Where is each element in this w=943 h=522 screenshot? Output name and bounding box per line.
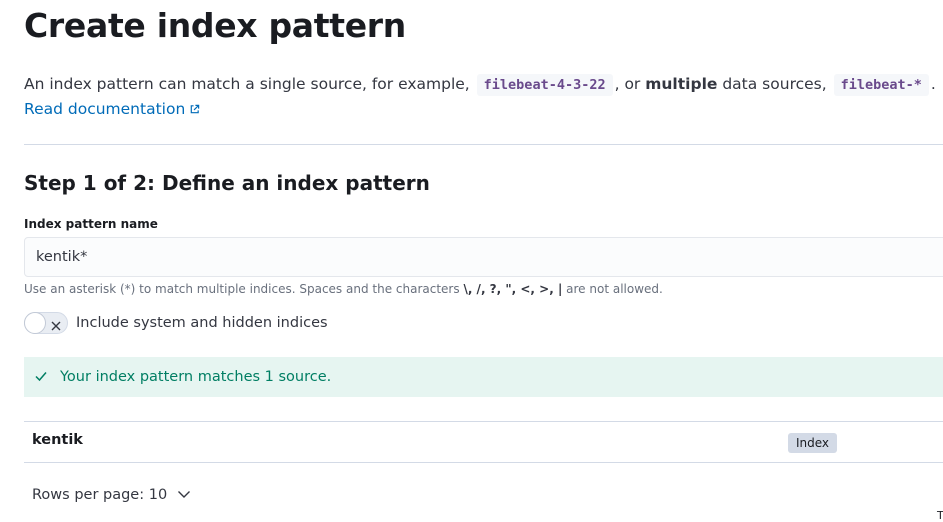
index-name-cell: kentik xyxy=(32,432,83,448)
help-text-suffix: are not allowed. xyxy=(566,282,663,296)
description-text-3: data sources, xyxy=(722,75,827,93)
chevron-down-icon xyxy=(177,487,191,503)
description-text-4: . xyxy=(930,75,936,93)
rows-per-page-button[interactable]: Rows per page: 10 xyxy=(32,484,191,506)
match-callout-text: Your index pattern matches 1 source. xyxy=(60,369,332,385)
description-emphasis: multiple xyxy=(645,75,718,93)
include-hidden-label: Include system and hidden indices xyxy=(76,315,328,331)
table-top-border xyxy=(24,421,943,422)
step-title: Step 1 of 2: Define an index pattern xyxy=(24,171,430,195)
section-divider xyxy=(24,144,943,145)
match-callout: Your index pattern matches 1 source. xyxy=(24,357,943,397)
code-example-single: filebeat-4-3-22 xyxy=(476,74,613,96)
include-hidden-toggle-row: Include system and hidden indices xyxy=(24,312,328,334)
index-type-badge: Index xyxy=(788,433,838,453)
check-icon xyxy=(34,368,48,387)
index-pattern-name-input[interactable] xyxy=(24,237,943,277)
index-pattern-name-label: Index pattern name xyxy=(24,217,158,231)
page-title: Create index pattern xyxy=(24,6,406,45)
description-text-2: , or xyxy=(614,75,641,93)
page-description: An index pattern can match a single sour… xyxy=(24,72,943,96)
cross-icon xyxy=(50,317,62,336)
help-text-prefix: Use an asterisk (*) to match multiple in… xyxy=(24,282,460,296)
read-documentation-label: Read documentation xyxy=(24,100,186,118)
table-bottom-border xyxy=(24,462,943,463)
create-index-pattern-page: Create index pattern An index pattern ca… xyxy=(0,0,943,522)
code-example-multiple: filebeat-* xyxy=(833,74,929,96)
cropped-edge-text: T xyxy=(937,509,943,522)
rows-per-page-label: Rows per page: 10 xyxy=(32,487,168,503)
index-pattern-help-text: Use an asterisk (*) to match multiple in… xyxy=(24,281,663,297)
help-text-chars: \, /, ?, ", <, >, | xyxy=(463,282,563,296)
read-documentation-link[interactable]: Read documentation xyxy=(24,97,200,122)
description-text-1: An index pattern can match a single sour… xyxy=(24,75,470,93)
include-hidden-switch[interactable] xyxy=(24,312,68,334)
external-link-icon xyxy=(189,98,200,122)
switch-knob xyxy=(24,312,46,334)
